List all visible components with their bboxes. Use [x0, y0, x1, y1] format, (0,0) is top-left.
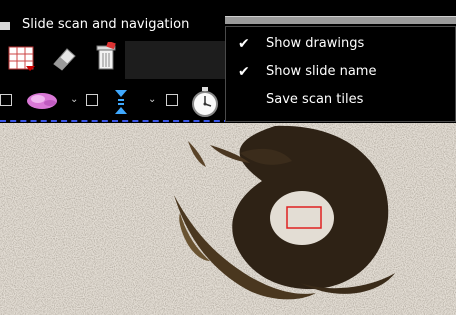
checkmark-icon: ✔ [238, 36, 250, 52]
menu-item-show-drawings[interactable]: ✔ Show drawings [226, 31, 456, 59]
window-icon[interactable] [0, 22, 10, 30]
context-menu: ✔ Show drawings ✔ Show slide name Save s… [225, 26, 456, 122]
slide-view[interactable] [0, 123, 456, 315]
selection-divider [0, 120, 230, 122]
menu-item-show-slide-name[interactable]: ✔ Show slide name [226, 59, 456, 87]
timer-icon[interactable] [190, 86, 220, 118]
menu-item-label: Show slide name [266, 64, 377, 79]
trash-icon[interactable] [94, 40, 120, 72]
chevron-down-icon[interactable]: ⌄ [148, 94, 156, 105]
focus-icon[interactable] [112, 88, 130, 116]
toolbar-bottom: ⌄ ⌄ [0, 82, 230, 120]
window-title: Slide scan and navigation [22, 17, 190, 32]
checkbox-timer[interactable] [166, 94, 178, 106]
menu-item-label: Show drawings [266, 36, 365, 51]
slide-image[interactable] [0, 123, 456, 315]
checkmark-icon: ✔ [238, 64, 250, 80]
eraser-icon[interactable] [50, 44, 78, 72]
chevron-down-icon[interactable]: ⌄ [70, 94, 78, 105]
toolbar-blank-area [125, 41, 225, 79]
tissue-icon[interactable] [24, 90, 62, 112]
checkbox-tissue[interactable] [0, 94, 12, 106]
checkbox-focus[interactable] [86, 94, 98, 106]
menu-item-save-scan-tiles[interactable]: Save scan tiles [226, 87, 456, 115]
menu-item-label: Save scan tiles [266, 92, 364, 107]
title-bar-separator [225, 16, 456, 24]
grid-icon[interactable] [8, 44, 36, 72]
